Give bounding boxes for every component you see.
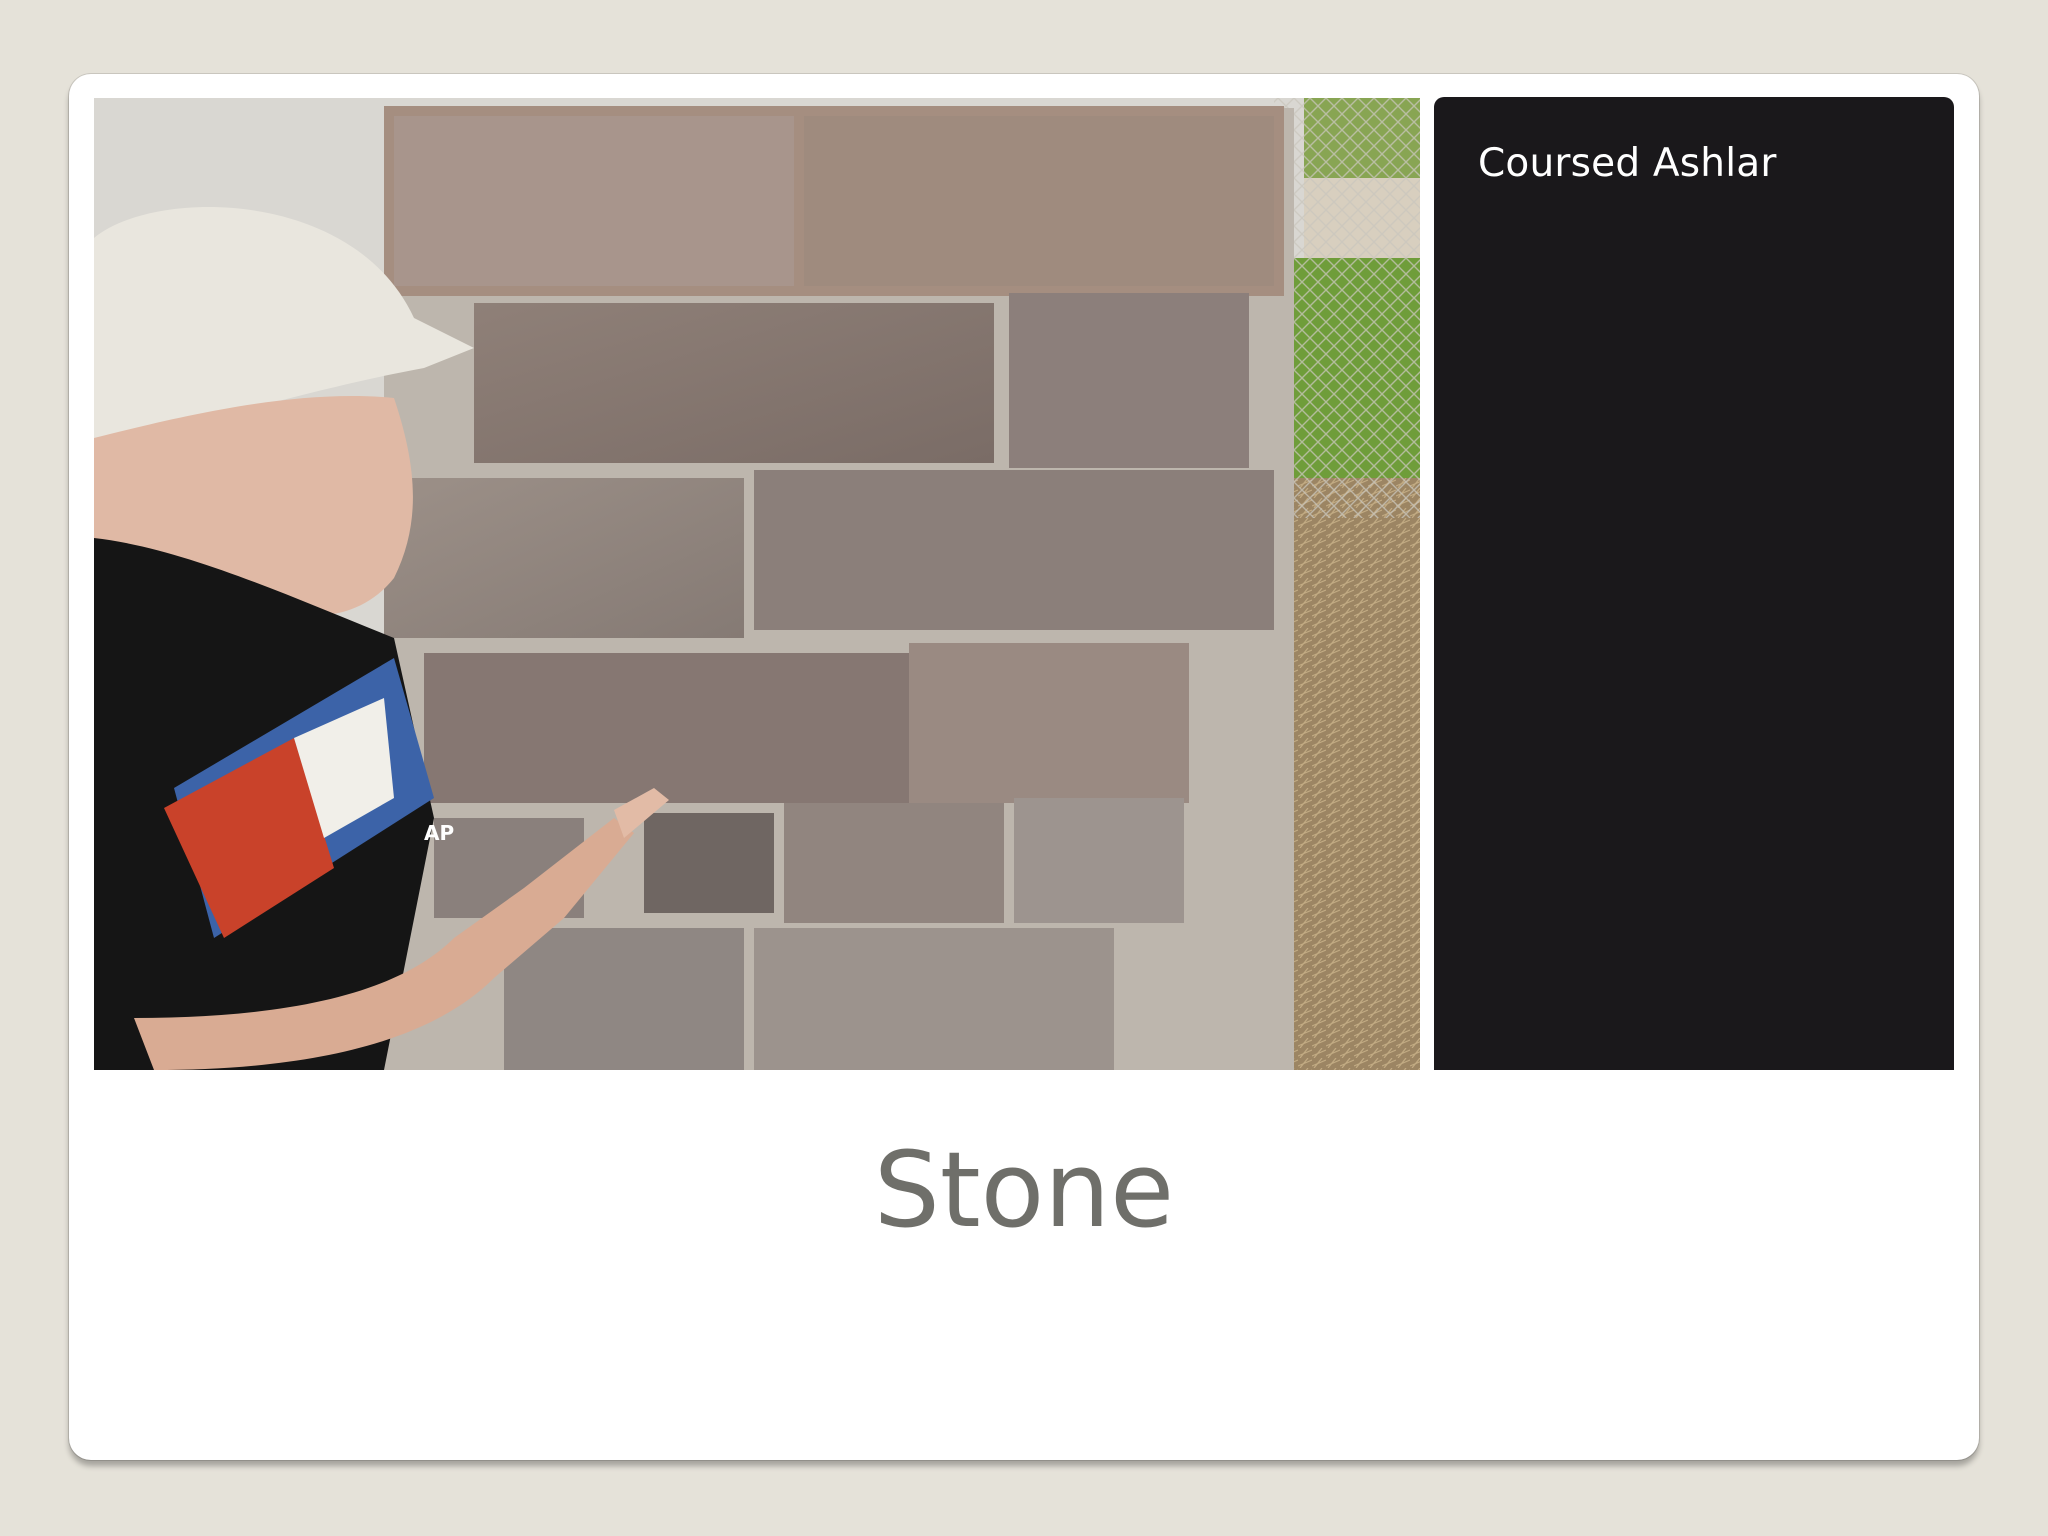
slide-card: AP Coursed Ashlar Stone — [69, 74, 1979, 1460]
stone-pillar-photo: AP — [94, 98, 1420, 1070]
photo-caption: Coursed Ashlar — [1478, 141, 1777, 186]
shirt-logo-text: AP — [424, 821, 454, 845]
slide-title: Stone — [873, 1129, 1175, 1251]
photo-illustration: AP — [94, 98, 1420, 1070]
caption-panel: Coursed Ashlar — [1434, 97, 1954, 1070]
